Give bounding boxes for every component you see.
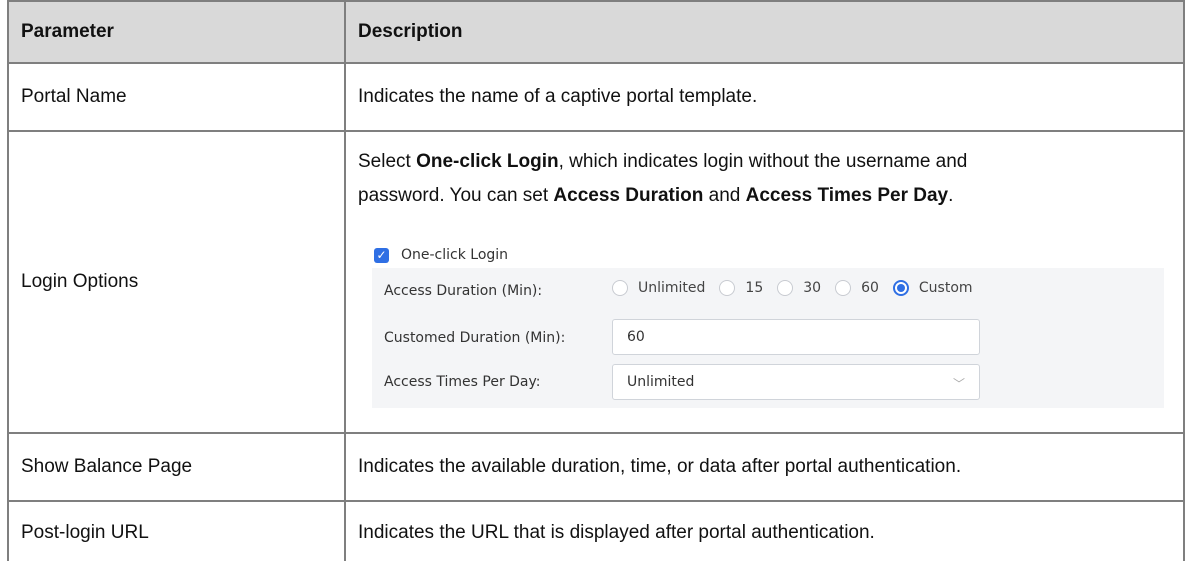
table-row: Show Balance Page Indicates the availabl… <box>7 434 1185 502</box>
radio-label: 30 <box>803 280 822 296</box>
chevron-down-icon: ﹀ <box>952 377 965 391</box>
access-duration-radio-group: Unlimited 15 30 60 Custom <box>612 280 987 296</box>
radio-icon[interactable] <box>612 280 628 296</box>
desc-bold: Access Times Per Day <box>745 185 949 206</box>
customed-duration-label: Customed Duration (Min): <box>384 330 566 346</box>
radio-option-15[interactable]: 15 <box>719 280 763 296</box>
param-cell: Show Balance Page <box>7 434 344 500</box>
select-value: Unlimited <box>627 374 695 390</box>
desc-bold: Access Duration <box>553 185 704 206</box>
radio-icon[interactable] <box>835 280 852 296</box>
radio-label: Custom <box>918 280 973 296</box>
radio-label: Unlimited <box>638 280 706 296</box>
access-duration-label: Access Duration (Min): <box>384 283 543 299</box>
radio-label: 15 <box>745 280 764 296</box>
desc-bold: One-click Login <box>416 151 559 172</box>
desc-cell: Indicates the available duration, time, … <box>344 434 1185 500</box>
desc-cell: Indicates the name of a captive portal t… <box>344 64 1185 130</box>
desc-text: Select <box>358 151 417 172</box>
desc-line-2: password. You can set Access Duration an… <box>358 179 1183 213</box>
desc-cell: Indicates the URL that is displayed afte… <box>344 502 1185 561</box>
checkbox-checked-icon[interactable]: ✓ <box>374 247 389 263</box>
desc-line-1: Select One-click Login, which indicates … <box>358 145 1183 179</box>
login-options-screenshot: ✓ One-click Login Access Duration (Min):… <box>364 244 1164 410</box>
param-cell: Login Options <box>7 132 344 432</box>
param-cell: Portal Name <box>7 64 344 130</box>
radio-option-60[interactable]: 60 <box>835 280 879 296</box>
one-click-login-checkbox-row[interactable]: ✓ One-click Login <box>374 244 508 266</box>
radio-icon[interactable] <box>719 280 736 296</box>
param-cell: Post-login URL <box>7 502 344 561</box>
desc-text: . <box>948 185 954 206</box>
access-times-select[interactable]: Unlimited ﹀ <box>612 364 980 400</box>
customed-duration-input[interactable]: 60 <box>612 319 980 355</box>
access-times-label: Access Times Per Day: <box>384 374 541 390</box>
radio-option-unlimited[interactable]: Unlimited <box>612 280 705 296</box>
header-parameter: Parameter <box>7 2 344 62</box>
radio-selected-icon[interactable] <box>892 280 909 296</box>
table-row: Portal Name Indicates the name of a capt… <box>7 64 1185 132</box>
table-header-row: Parameter Description <box>7 0 1185 64</box>
radio-icon[interactable] <box>777 280 794 296</box>
desc-text: and <box>703 185 746 206</box>
radio-label: 60 <box>861 280 879 296</box>
login-settings-panel: Access Duration (Min): Unlimited 15 30 6… <box>372 268 1164 408</box>
header-description: Description <box>344 2 1185 62</box>
radio-option-30[interactable]: 30 <box>777 280 821 296</box>
checkbox-label: One-click Login <box>401 247 509 263</box>
table-row: Post-login URL Indicates the URL that is… <box>7 502 1185 561</box>
desc-text: , which indicates login without the user… <box>558 151 968 172</box>
desc-text: password. You can set <box>358 185 554 206</box>
radio-option-custom[interactable]: Custom <box>892 280 973 296</box>
